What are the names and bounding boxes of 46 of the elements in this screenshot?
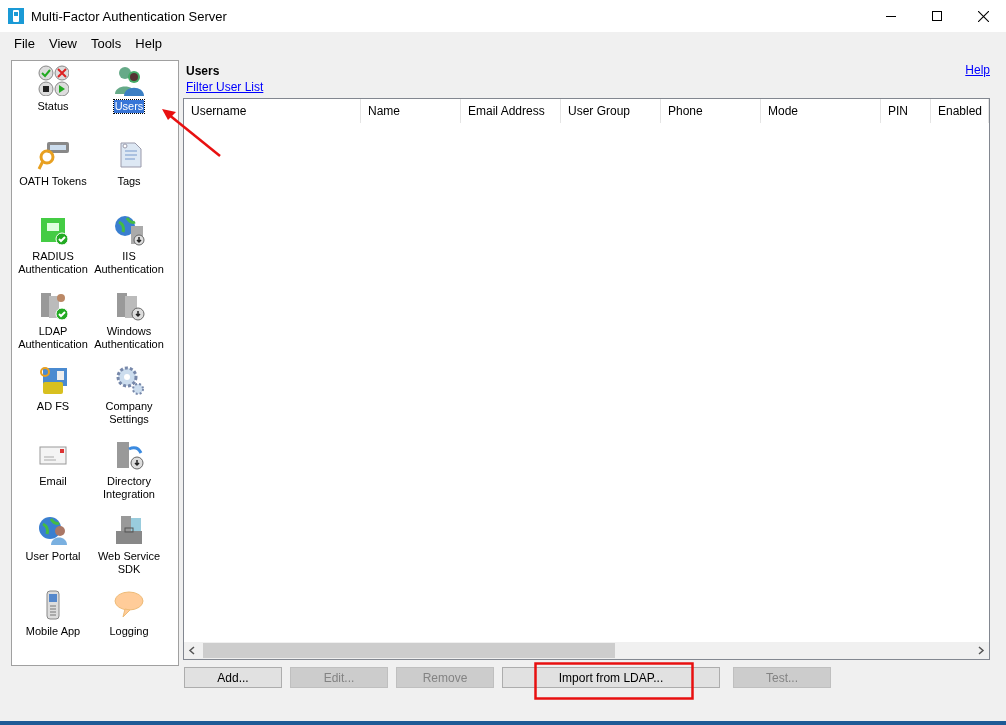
- status-icon: [37, 64, 69, 96]
- column-header[interactable]: User Group: [561, 99, 661, 123]
- sidebar-item[interactable]: User Portal: [24, 550, 82, 563]
- sidebar-item[interactable]: Tags: [116, 175, 142, 188]
- column-header[interactable]: Enabled: [931, 99, 989, 123]
- users-icon: [113, 64, 145, 96]
- action-button[interactable]: Add...: [184, 667, 282, 688]
- menu-item[interactable]: Help: [128, 35, 169, 51]
- column-header[interactable]: Name: [361, 99, 461, 123]
- app-icon: [8, 8, 24, 24]
- panel-title: Users: [186, 64, 220, 78]
- sidebar-item[interactable]: Status: [36, 100, 70, 113]
- column-header[interactable]: Phone: [661, 99, 761, 123]
- sidebar-item[interactable]: Mobile App: [24, 625, 82, 638]
- sidebar-item[interactable]: AD FS: [35, 400, 71, 413]
- maximize-icon[interactable]: [932, 11, 942, 21]
- window-title: Multi-Factor Authentication Server: [31, 8, 228, 24]
- horizontal-scrollbar[interactable]: [184, 642, 989, 659]
- sidebar-item[interactable]: Logging: [108, 625, 150, 638]
- sidebar-item[interactable]: Directory Integration: [91, 475, 167, 501]
- sidebar-item[interactable]: Company Settings: [91, 400, 167, 426]
- help-link[interactable]: Help: [965, 63, 990, 77]
- menu-item[interactable]: Tools: [83, 35, 129, 51]
- column-header[interactable]: Mode: [761, 99, 881, 123]
- globeuser-icon: [37, 514, 69, 546]
- toolbox-icon: [113, 514, 145, 546]
- key-icon: [37, 139, 69, 171]
- sidebar-item[interactable]: Email: [38, 475, 68, 488]
- sidebar-item[interactable]: OATH Tokens: [18, 175, 88, 188]
- sidebar-item[interactable]: Users: [113, 100, 145, 113]
- sidebar-item[interactable]: RADIUS Authentication: [15, 250, 91, 276]
- menu-item[interactable]: View: [41, 35, 84, 51]
- column-header[interactable]: PIN: [881, 99, 931, 123]
- close-icon[interactable]: [977, 10, 989, 22]
- sidebar-item[interactable]: IIS Authentication: [91, 250, 167, 276]
- globeserver-icon: [113, 214, 145, 246]
- menu-item[interactable]: File: [7, 35, 42, 51]
- sidebar-item[interactable]: LDAP Authentication: [15, 325, 91, 351]
- column-header[interactable]: Username: [184, 99, 361, 123]
- action-button[interactable]: Import from LDAP...: [502, 667, 720, 688]
- sidebar-item[interactable]: Web Service SDK: [91, 550, 167, 576]
- sidebar-item[interactable]: Windows Authentication: [91, 325, 167, 351]
- minimize-icon[interactable]: [886, 15, 896, 17]
- filter-link[interactable]: Filter User List: [186, 80, 990, 98]
- column-header[interactable]: Email Address: [461, 99, 561, 123]
- card-icon: [37, 364, 69, 396]
